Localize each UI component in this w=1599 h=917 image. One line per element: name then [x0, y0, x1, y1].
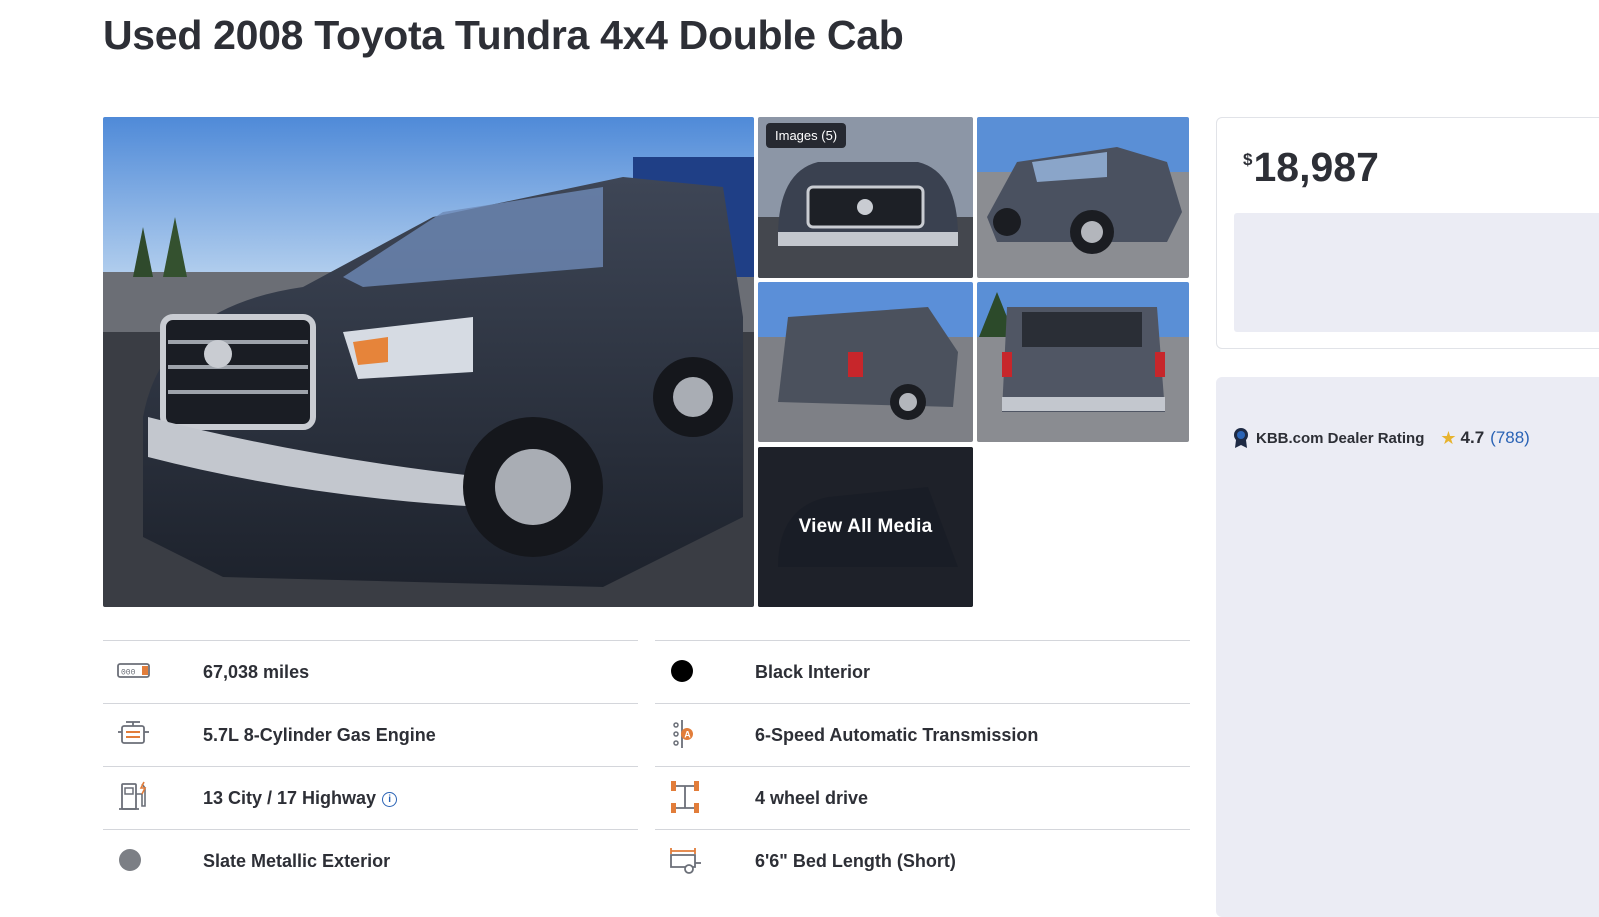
view-all-media-label: View All Media	[798, 516, 933, 537]
view-all-media-button[interactable]: View All Media	[758, 447, 973, 607]
kbb-badge-icon	[1234, 428, 1248, 448]
dealer-card: KBB.com Dealer Rating ★ 4.7 (788)	[1216, 377, 1599, 917]
images-count-badge: Images (5)	[766, 123, 847, 148]
star-icon: ★	[1440, 427, 1457, 448]
svg-text:000: 000	[121, 669, 136, 678]
spec-bed-length: 6'6" Bed Length (Short)	[655, 829, 1190, 892]
rating-label: KBB.com Dealer Rating	[1256, 429, 1425, 447]
rating-count-link[interactable]: (788)	[1490, 428, 1530, 448]
gallery-thumbnail[interactable]	[977, 282, 1189, 442]
gallery-thumbnail[interactable]	[977, 117, 1189, 278]
spec-exterior-color: Slate Metallic Exterior	[103, 829, 638, 892]
spec-drivetrain: 4 wheel drive	[655, 766, 1190, 829]
spec-engine: 5.7L 8-Cylinder Gas Engine	[103, 703, 638, 766]
spec-fuel-economy: 13 City / 17 Highway i	[103, 766, 638, 829]
gallery-thumbnail[interactable]	[758, 282, 973, 442]
dealer-rating: KBB.com Dealer Rating ★ 4.7 (788)	[1232, 427, 1530, 449]
drivetrain-icon	[671, 781, 699, 813]
price-details-placeholder	[1234, 213, 1599, 332]
price-card: $18,987	[1216, 117, 1599, 349]
odometer-icon: 000	[117, 663, 150, 678]
fuel-pump-icon	[119, 781, 147, 810]
gallery-thumbnail[interactable]: Images (5)	[758, 117, 973, 278]
spec-interior-color: Black Interior	[655, 640, 1190, 703]
interior-color-swatch-icon	[671, 660, 693, 682]
engine-icon	[118, 721, 149, 744]
truck-bed-icon	[670, 848, 701, 874]
spec-mileage: 000 67,038 miles	[103, 640, 638, 703]
page-title: Used 2008 Toyota Tundra 4x4 Double Cab	[103, 12, 904, 58]
exterior-color-swatch-icon	[119, 849, 141, 871]
vehicle-price: $18,987	[1243, 144, 1379, 190]
main-vehicle-photo[interactable]	[103, 117, 754, 607]
info-icon[interactable]: i	[382, 791, 398, 807]
spec-transmission: A 6-Speed Automatic Transmission	[655, 703, 1190, 766]
rating-value: 4.7	[1460, 428, 1485, 447]
svg-text:A: A	[684, 730, 691, 740]
transmission-icon: A	[673, 720, 693, 748]
